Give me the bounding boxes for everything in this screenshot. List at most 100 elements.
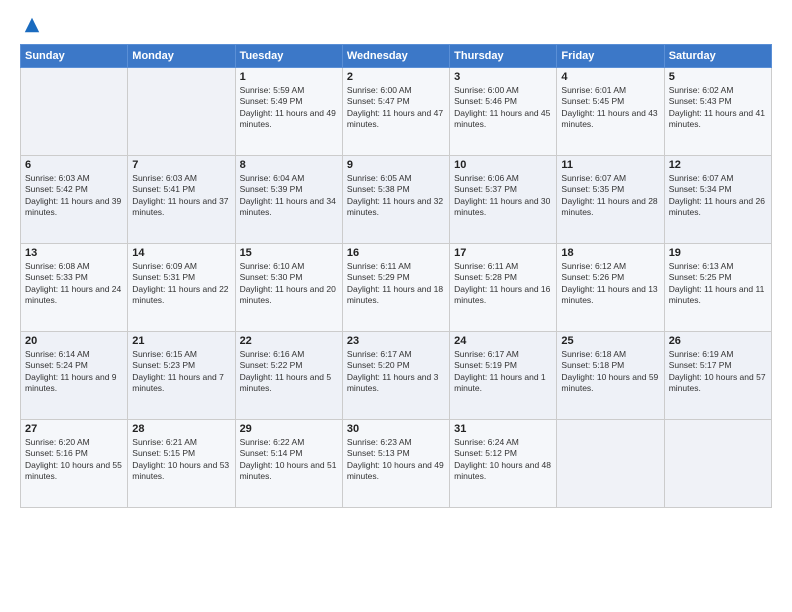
calendar-cell: 10 Sunrise: 6:06 AM Sunset: 5:37 PM Dayli…: [450, 156, 557, 244]
cell-content: Sunrise: 6:13 AM Sunset: 5:25 PM Dayligh…: [669, 261, 767, 307]
calendar-cell: 8 Sunrise: 6:04 AM Sunset: 5:39 PM Daylig…: [235, 156, 342, 244]
header-friday: Friday: [557, 45, 664, 68]
day-number: 28: [132, 423, 230, 435]
calendar-cell: 13 Sunrise: 6:08 AM Sunset: 5:33 PM Dayli…: [21, 244, 128, 332]
calendar-cell: 18 Sunrise: 6:12 AM Sunset: 5:26 PM Dayli…: [557, 244, 664, 332]
cell-content: Sunrise: 6:17 AM Sunset: 5:19 PM Dayligh…: [454, 349, 552, 395]
day-number: 27: [25, 423, 123, 435]
day-number: 14: [132, 247, 230, 259]
calendar-week-row: 13 Sunrise: 6:08 AM Sunset: 5:33 PM Dayli…: [21, 244, 772, 332]
calendar-cell: 1Sunrise: 5:59 AM Sunset: 5:49 PM Daylig…: [235, 68, 342, 156]
calendar-cell: 12 Sunrise: 6:07 AM Sunset: 5:34 PM Dayli…: [664, 156, 771, 244]
cell-content: Sunrise: 6:03 AM Sunset: 5:41 PM Dayligh…: [132, 173, 230, 219]
cell-content: Sunrise: 6:19 AM Sunset: 5:17 PM Dayligh…: [669, 349, 767, 395]
cell-content: Sunrise: 6:06 AM Sunset: 5:37 PM Dayligh…: [454, 173, 552, 219]
cell-content: Sunrise: 6:18 AM Sunset: 5:18 PM Dayligh…: [561, 349, 659, 395]
cell-content: Sunrise: 6:22 AM Sunset: 5:14 PM Dayligh…: [240, 437, 338, 483]
calendar-week-row: 6 Sunrise: 6:03 AM Sunset: 5:42 PM Daylig…: [21, 156, 772, 244]
header-thursday: Thursday: [450, 45, 557, 68]
calendar-cell: 14 Sunrise: 6:09 AM Sunset: 5:31 PM Dayli…: [128, 244, 235, 332]
header: [20, 16, 772, 34]
day-number: 6: [25, 159, 123, 171]
calendar-cell: 9 Sunrise: 6:05 AM Sunset: 5:38 PM Daylig…: [342, 156, 449, 244]
day-number: 16: [347, 247, 445, 259]
day-number: 25: [561, 335, 659, 347]
day-number: 5: [669, 71, 767, 83]
day-number: 11: [561, 159, 659, 171]
calendar-cell: 29 Sunrise: 6:22 AM Sunset: 5:14 PM Dayli…: [235, 420, 342, 508]
page: Sunday Monday Tuesday Wednesday Thursday…: [0, 0, 792, 612]
day-number: 22: [240, 335, 338, 347]
logo-text: [20, 16, 41, 34]
cell-content: Sunrise: 6:20 AM Sunset: 5:16 PM Dayligh…: [25, 437, 123, 483]
logo-icon: [23, 16, 41, 34]
cell-content: Sunrise: 6:17 AM Sunset: 5:20 PM Dayligh…: [347, 349, 445, 395]
calendar-cell: [128, 68, 235, 156]
cell-content: Sunrise: 6:09 AM Sunset: 5:31 PM Dayligh…: [132, 261, 230, 307]
calendar-cell: [664, 420, 771, 508]
cell-content: Sunrise: 6:11 AM Sunset: 5:28 PM Dayligh…: [454, 261, 552, 307]
day-number: 29: [240, 423, 338, 435]
cell-content: Sunrise: 6:12 AM Sunset: 5:26 PM Dayligh…: [561, 261, 659, 307]
cell-content: Sunrise: 6:03 AM Sunset: 5:42 PM Dayligh…: [25, 173, 123, 219]
day-number: 30: [347, 423, 445, 435]
cell-content: Sunrise: 6:24 AM Sunset: 5:12 PM Dayligh…: [454, 437, 552, 483]
calendar-cell: [21, 68, 128, 156]
calendar-week-row: 20Sunrise: 6:14 AM Sunset: 5:24 PM Dayli…: [21, 332, 772, 420]
cell-content: Sunrise: 6:10 AM Sunset: 5:30 PM Dayligh…: [240, 261, 338, 307]
calendar-week-row: 1Sunrise: 5:59 AM Sunset: 5:49 PM Daylig…: [21, 68, 772, 156]
calendar-cell: 2Sunrise: 6:00 AM Sunset: 5:47 PM Daylig…: [342, 68, 449, 156]
calendar-cell: 25 Sunrise: 6:18 AM Sunset: 5:18 PM Dayli…: [557, 332, 664, 420]
calendar-cell: 11 Sunrise: 6:07 AM Sunset: 5:35 PM Dayli…: [557, 156, 664, 244]
calendar-week-row: 27 Sunrise: 6:20 AM Sunset: 5:16 PM Dayli…: [21, 420, 772, 508]
calendar-cell: 21Sunrise: 6:15 AM Sunset: 5:23 PM Dayli…: [128, 332, 235, 420]
day-number: 8: [240, 159, 338, 171]
cell-content: Sunrise: 6:04 AM Sunset: 5:39 PM Dayligh…: [240, 173, 338, 219]
calendar-cell: 19 Sunrise: 6:13 AM Sunset: 5:25 PM Dayli…: [664, 244, 771, 332]
cell-content: Sunrise: 6:11 AM Sunset: 5:29 PM Dayligh…: [347, 261, 445, 307]
calendar-cell: 30Sunrise: 6:23 AM Sunset: 5:13 PM Dayli…: [342, 420, 449, 508]
calendar-cell: [557, 420, 664, 508]
day-number: 12: [669, 159, 767, 171]
calendar-cell: 4 Sunrise: 6:01 AM Sunset: 5:45 PM Daylig…: [557, 68, 664, 156]
day-number: 23: [347, 335, 445, 347]
cell-content: Sunrise: 6:00 AM Sunset: 5:46 PM Dayligh…: [454, 85, 552, 131]
cell-content: Sunrise: 6:07 AM Sunset: 5:35 PM Dayligh…: [561, 173, 659, 219]
logo: [20, 16, 41, 34]
calendar-cell: 15 Sunrise: 6:10 AM Sunset: 5:30 PM Dayli…: [235, 244, 342, 332]
day-number: 4: [561, 71, 659, 83]
day-number: 15: [240, 247, 338, 259]
calendar-cell: 31Sunrise: 6:24 AM Sunset: 5:12 PM Dayli…: [450, 420, 557, 508]
calendar-cell: 7 Sunrise: 6:03 AM Sunset: 5:41 PM Daylig…: [128, 156, 235, 244]
header-wednesday: Wednesday: [342, 45, 449, 68]
cell-content: Sunrise: 6:01 AM Sunset: 5:45 PM Dayligh…: [561, 85, 659, 131]
header-monday: Monday: [128, 45, 235, 68]
day-number: 7: [132, 159, 230, 171]
calendar-cell: 26Sunrise: 6:19 AM Sunset: 5:17 PM Dayli…: [664, 332, 771, 420]
calendar-table: Sunday Monday Tuesday Wednesday Thursday…: [20, 44, 772, 508]
cell-content: Sunrise: 6:02 AM Sunset: 5:43 PM Dayligh…: [669, 85, 767, 131]
calendar-cell: 3Sunrise: 6:00 AM Sunset: 5:46 PM Daylig…: [450, 68, 557, 156]
cell-content: Sunrise: 6:05 AM Sunset: 5:38 PM Dayligh…: [347, 173, 445, 219]
header-saturday: Saturday: [664, 45, 771, 68]
day-number: 13: [25, 247, 123, 259]
calendar-cell: 27 Sunrise: 6:20 AM Sunset: 5:16 PM Dayli…: [21, 420, 128, 508]
calendar-cell: 6 Sunrise: 6:03 AM Sunset: 5:42 PM Daylig…: [21, 156, 128, 244]
day-number: 17: [454, 247, 552, 259]
cell-content: Sunrise: 6:08 AM Sunset: 5:33 PM Dayligh…: [25, 261, 123, 307]
day-number: 18: [561, 247, 659, 259]
calendar-cell: 28Sunrise: 6:21 AM Sunset: 5:15 PM Dayli…: [128, 420, 235, 508]
cell-content: Sunrise: 6:14 AM Sunset: 5:24 PM Dayligh…: [25, 349, 123, 395]
calendar-cell: 20Sunrise: 6:14 AM Sunset: 5:24 PM Dayli…: [21, 332, 128, 420]
cell-content: Sunrise: 6:16 AM Sunset: 5:22 PM Dayligh…: [240, 349, 338, 395]
cell-content: Sunrise: 6:07 AM Sunset: 5:34 PM Dayligh…: [669, 173, 767, 219]
calendar-cell: 16 Sunrise: 6:11 AM Sunset: 5:29 PM Dayli…: [342, 244, 449, 332]
day-number: 19: [669, 247, 767, 259]
weekday-header-row: Sunday Monday Tuesday Wednesday Thursday…: [21, 45, 772, 68]
calendar-body: 1Sunrise: 5:59 AM Sunset: 5:49 PM Daylig…: [21, 68, 772, 508]
header-sunday: Sunday: [21, 45, 128, 68]
day-number: 9: [347, 159, 445, 171]
day-number: 21: [132, 335, 230, 347]
day-number: 10: [454, 159, 552, 171]
day-number: 24: [454, 335, 552, 347]
